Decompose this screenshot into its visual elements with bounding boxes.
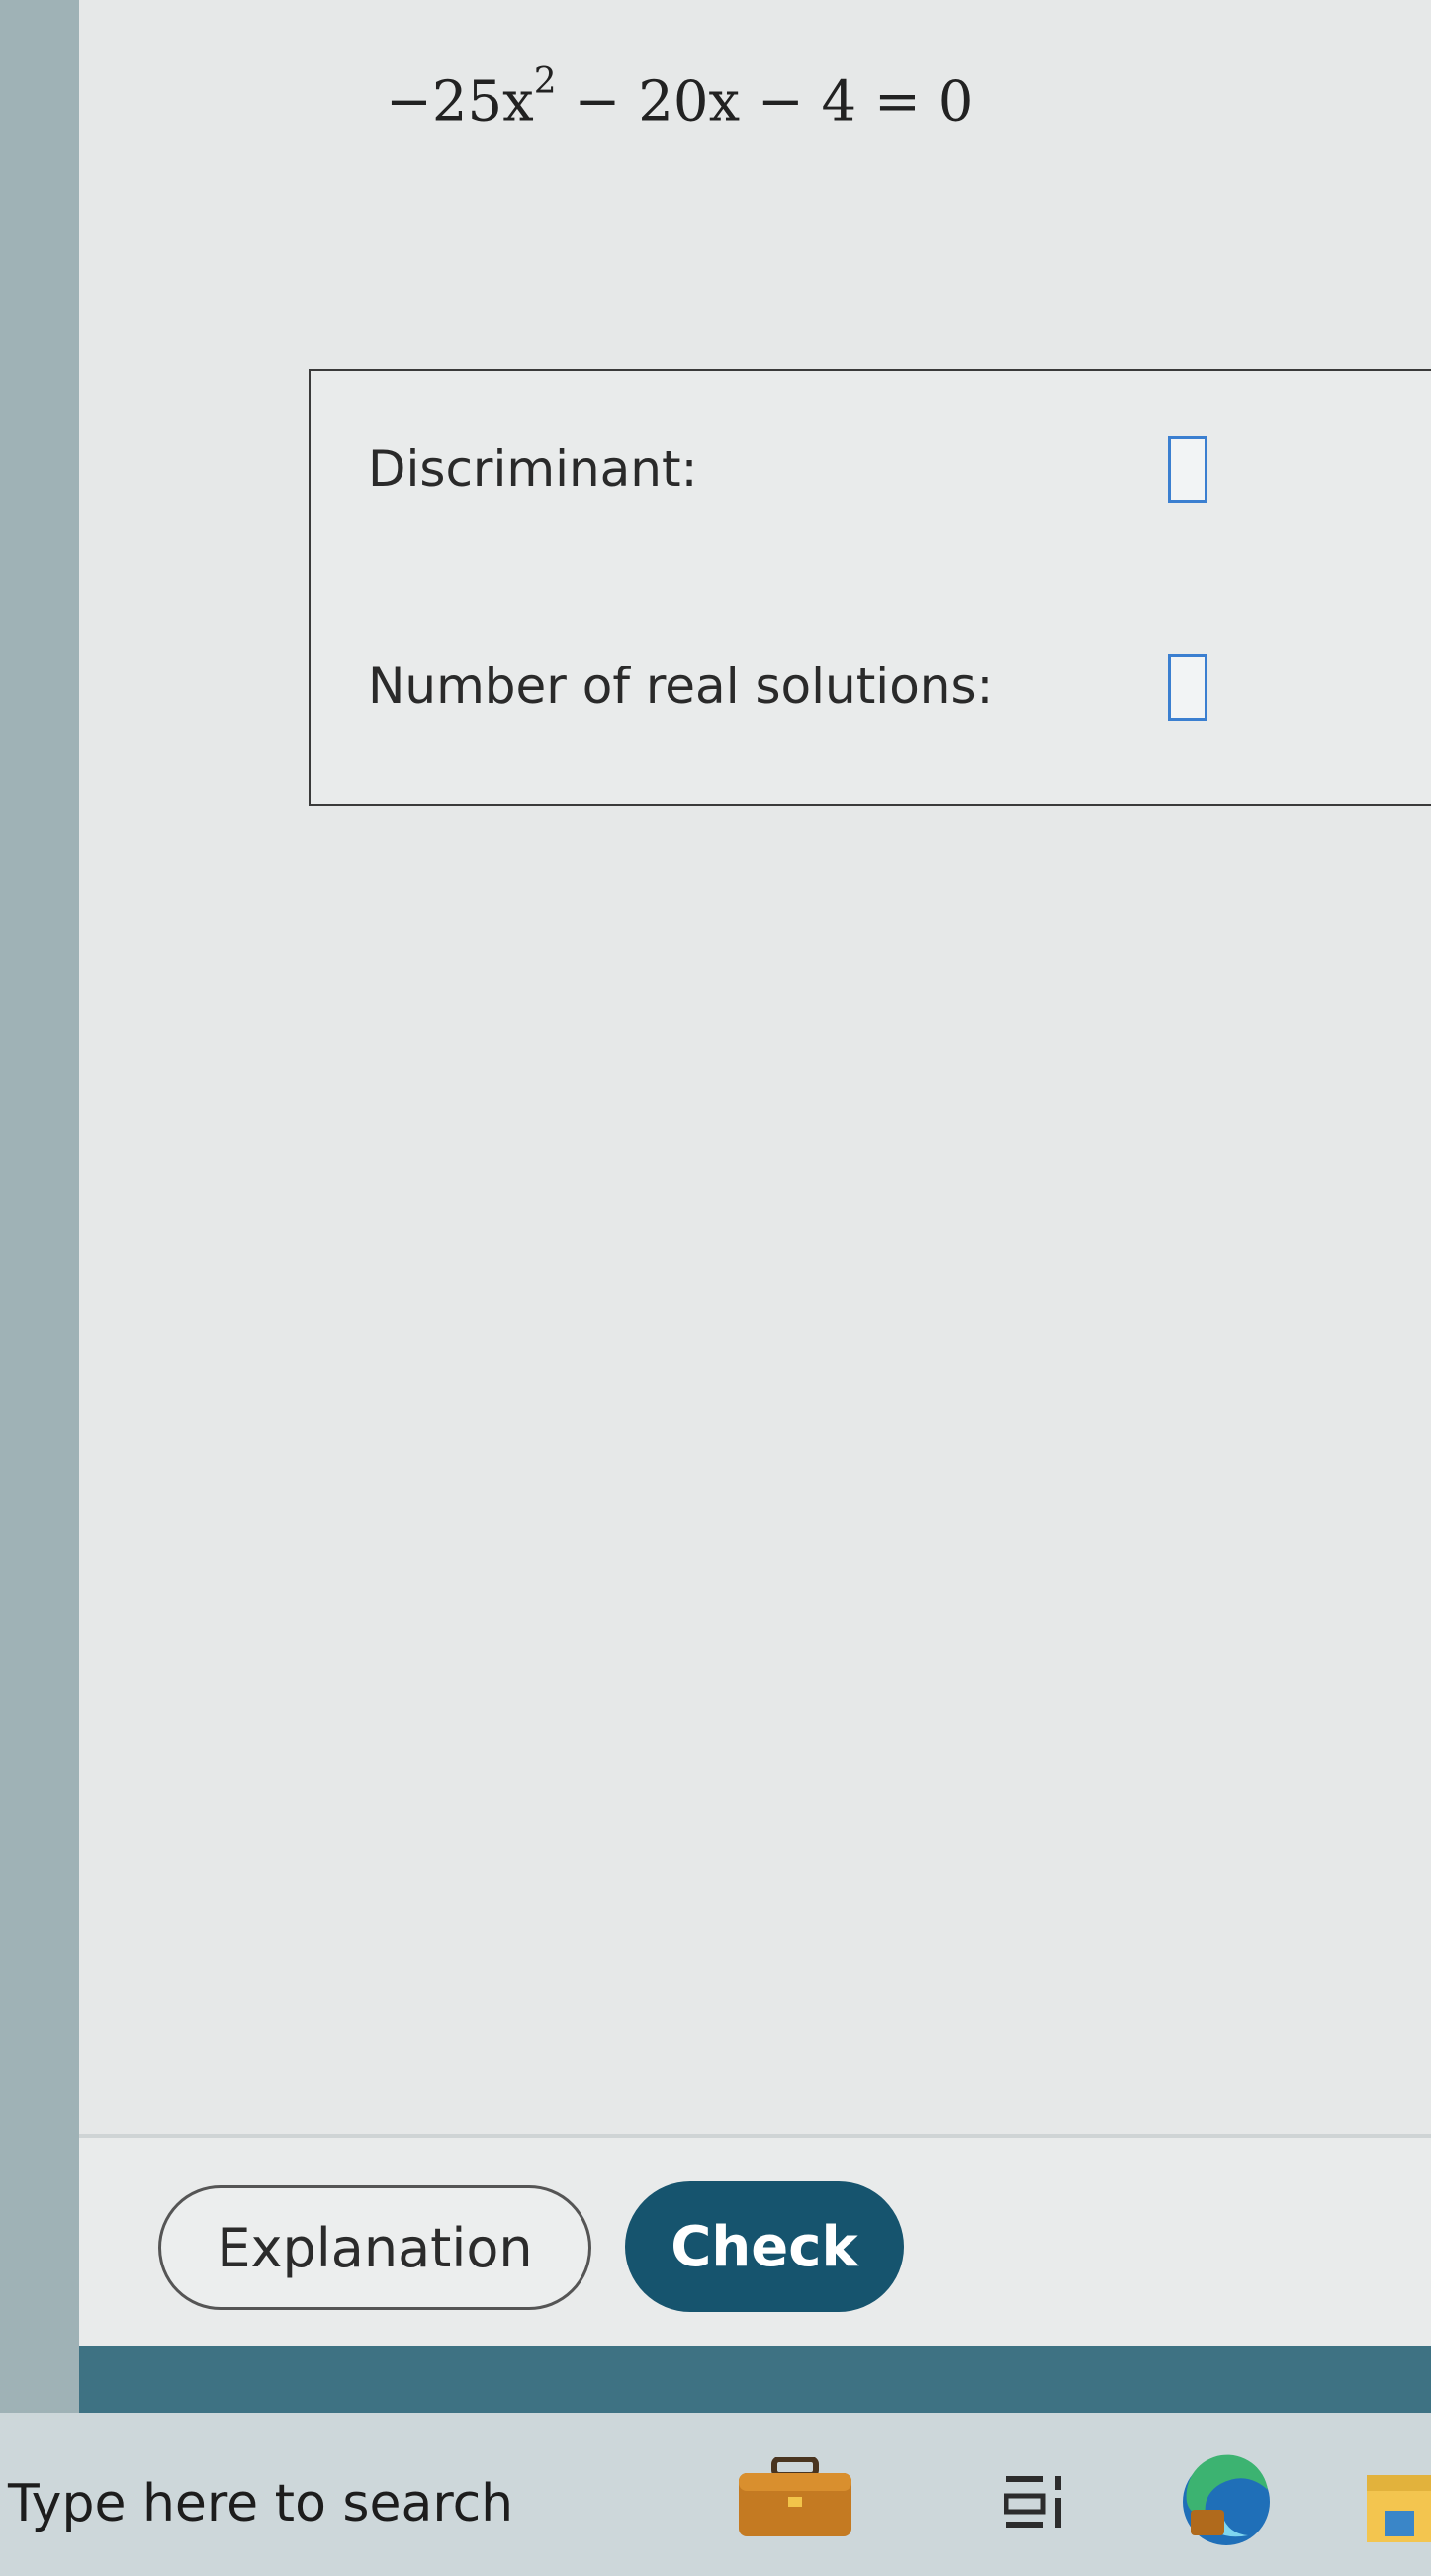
equation-exponent: 2 (533, 61, 557, 102)
footer: Explanation Check (79, 2138, 1431, 2346)
briefcase-icon[interactable] (737, 2456, 853, 2538)
taskbar: Type here to search (0, 2413, 1431, 2576)
problem-content: −25x2 − 20x − 4 = 0 Discriminant: Number… (79, 0, 1431, 2136)
edge-browser-icon[interactable] (1177, 2450, 1276, 2549)
solutions-label: Number of real solutions: (368, 658, 994, 715)
check-button[interactable]: Check (625, 2181, 904, 2312)
solutions-input[interactable] (1168, 654, 1207, 721)
discriminant-input[interactable] (1168, 436, 1207, 503)
taskbar-search[interactable]: Type here to search (8, 2474, 513, 2533)
screen: −25x2 − 20x − 4 = 0 Discriminant: Number… (0, 0, 1431, 2576)
bottom-band (79, 2346, 1431, 2413)
equation-lead: −25x (386, 69, 534, 134)
equation: −25x2 − 20x − 4 = 0 (386, 61, 974, 134)
equation-rest: − 20x − 4 = 0 (556, 69, 974, 134)
discriminant-label: Discriminant: (368, 440, 698, 497)
task-view-icon[interactable] (1003, 2470, 1069, 2533)
left-strip (0, 0, 79, 2413)
explanation-button[interactable]: Explanation (158, 2185, 591, 2310)
answer-box: Discriminant: Number of real solutions: (309, 369, 1431, 806)
file-explorer-icon[interactable] (1365, 2467, 1431, 2548)
